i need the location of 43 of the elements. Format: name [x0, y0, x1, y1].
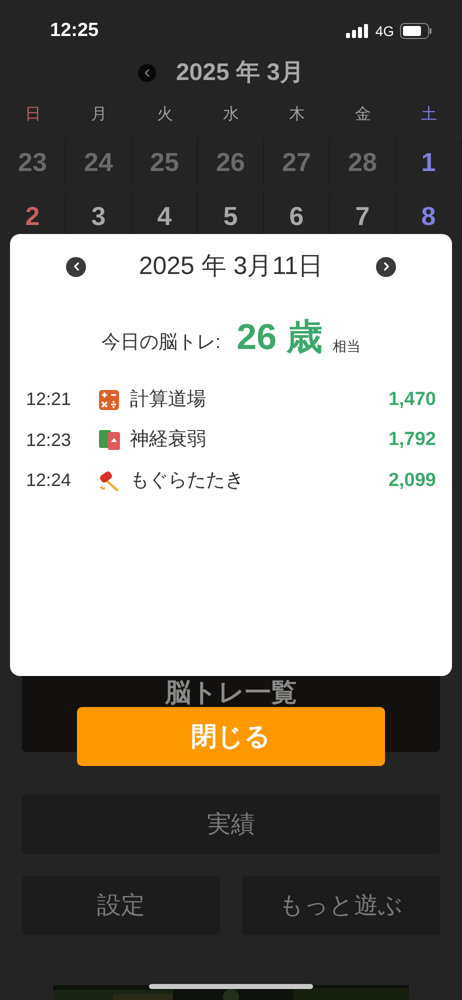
next-day-button[interactable]: [376, 256, 396, 277]
weekday-label: 木: [288, 104, 306, 125]
calendar-day[interactable]: 26: [198, 138, 264, 186]
network-label: 4G: [375, 22, 394, 40]
record-score: 2,099: [388, 468, 436, 492]
record-score: 1,792: [388, 428, 436, 452]
brain-age: 26 歳: [236, 314, 323, 358]
hammer-icon: [98, 470, 120, 492]
month-title: 2025 年 3月: [176, 58, 304, 88]
achievements-button[interactable]: 実績: [22, 795, 440, 854]
record-time: 12:24: [26, 469, 72, 492]
calendar-day[interactable]: 27: [264, 138, 330, 186]
menu-button[interactable]: もっと遊ぶ: [242, 876, 440, 935]
previous-month-button[interactable]: [138, 64, 156, 82]
close-button[interactable]: 閉じる: [77, 707, 385, 766]
calendar-day[interactable]: 28: [330, 138, 396, 186]
summary-label: 今日の脳トレ:: [101, 331, 221, 355]
game-name: 計算道場: [130, 388, 207, 412]
banner-title: 脳トレ一覧: [165, 678, 297, 706]
dialog-date: 2025 年 3月11日: [138, 251, 324, 282]
record-time: 12:23: [26, 428, 72, 452]
battery-icon: [400, 23, 432, 39]
calculator-icon: [98, 388, 120, 411]
weekday-label: 土: [420, 104, 438, 125]
weekday-label: 日: [24, 105, 42, 125]
game-name: 神経衰弱: [130, 428, 207, 452]
record-time: 12:21: [26, 388, 72, 412]
weekday-label: 月: [90, 105, 108, 125]
previous-day-button[interactable]: [66, 256, 86, 277]
calendar-day[interactable]: 25: [132, 138, 198, 186]
signal-icon: [346, 24, 370, 38]
calendar-day[interactable]: 1: [396, 138, 462, 186]
status-time: 12:25: [50, 18, 99, 43]
cards-icon: [98, 429, 122, 452]
weekday-label: 火: [156, 104, 174, 125]
calendar-day[interactable]: 23: [0, 138, 66, 186]
record-score: 1,470: [388, 388, 436, 412]
weekday-label: 金: [354, 105, 372, 125]
calendar-day[interactable]: 24: [66, 138, 132, 186]
game-name: もぐらたたき: [130, 468, 245, 492]
age-suffix: 相当: [332, 336, 361, 356]
weekday-label: 水: [222, 104, 240, 125]
menu-button[interactable]: 設定: [22, 876, 220, 935]
